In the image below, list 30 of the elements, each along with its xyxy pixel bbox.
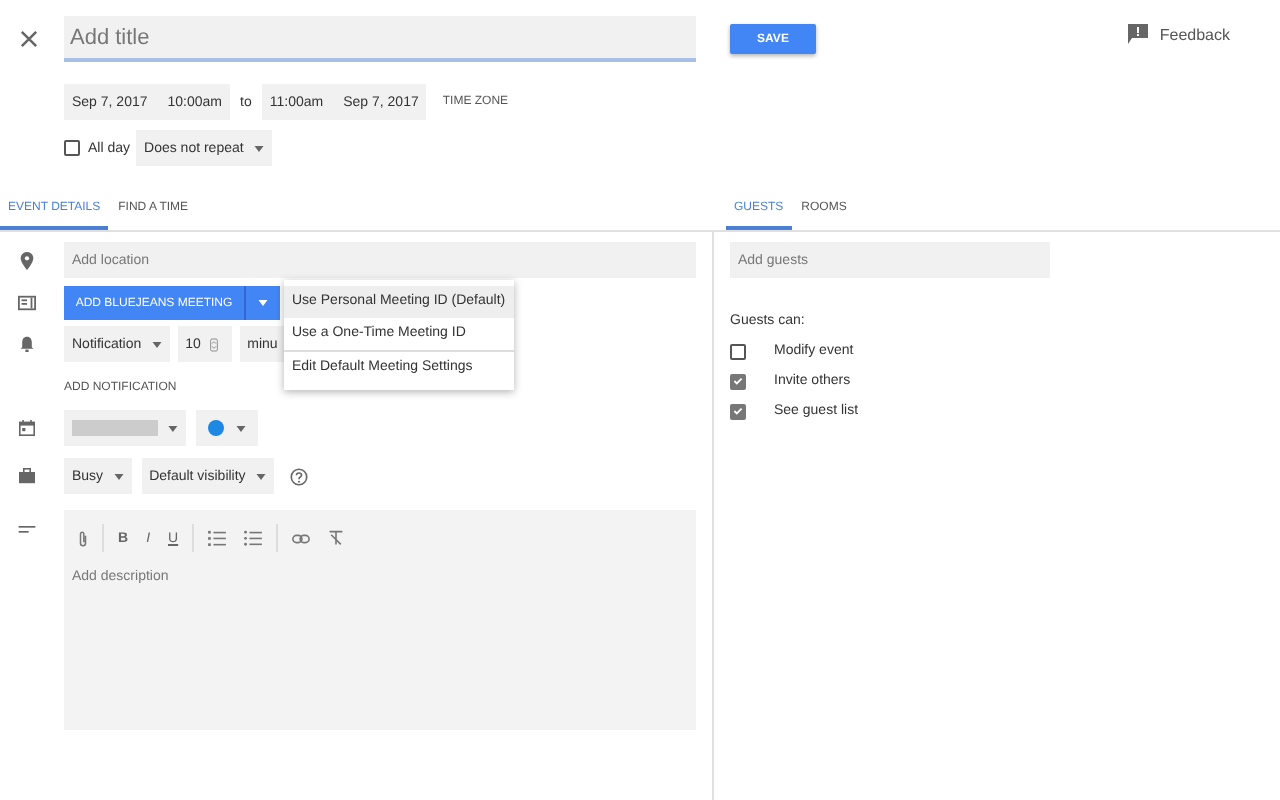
caret-icon — [236, 425, 246, 431]
link-icon[interactable] — [292, 533, 311, 543]
caret-icon — [258, 300, 268, 306]
calendar-icon — [18, 420, 36, 436]
caret-icon — [151, 341, 162, 347]
permission-checkbox[interactable] — [730, 373, 746, 389]
caret-icon — [253, 145, 264, 151]
color-dropdown[interactable] — [196, 410, 258, 446]
notes-icon — [18, 526, 36, 536]
feedback-icon[interactable] — [1127, 24, 1148, 44]
caret-icon — [113, 473, 124, 479]
bell-icon — [18, 336, 36, 352]
paperclip-icon[interactable] — [78, 529, 88, 547]
clear-format-icon[interactable] — [328, 530, 345, 546]
feedback-link[interactable]: Feedback — [1159, 25, 1230, 43]
title-field[interactable]: Add title — [64, 16, 696, 62]
close-icon[interactable] — [20, 30, 38, 48]
location-pin-icon — [18, 251, 36, 269]
spinner-icon[interactable] — [210, 337, 219, 351]
permission-checkbox[interactable] — [730, 403, 746, 419]
caret-icon — [168, 425, 178, 431]
all-day-checkbox[interactable] — [64, 140, 80, 156]
meeting-options-button[interactable] — [244, 286, 280, 320]
caret-icon — [255, 473, 266, 479]
numbered-list-icon[interactable] — [208, 530, 227, 546]
help-icon[interactable] — [289, 467, 308, 485]
bulleted-list-icon[interactable] — [244, 530, 263, 546]
video-meeting-icon — [18, 294, 36, 312]
briefcase-icon — [18, 468, 36, 484]
permission-checkbox[interactable] — [730, 343, 746, 359]
